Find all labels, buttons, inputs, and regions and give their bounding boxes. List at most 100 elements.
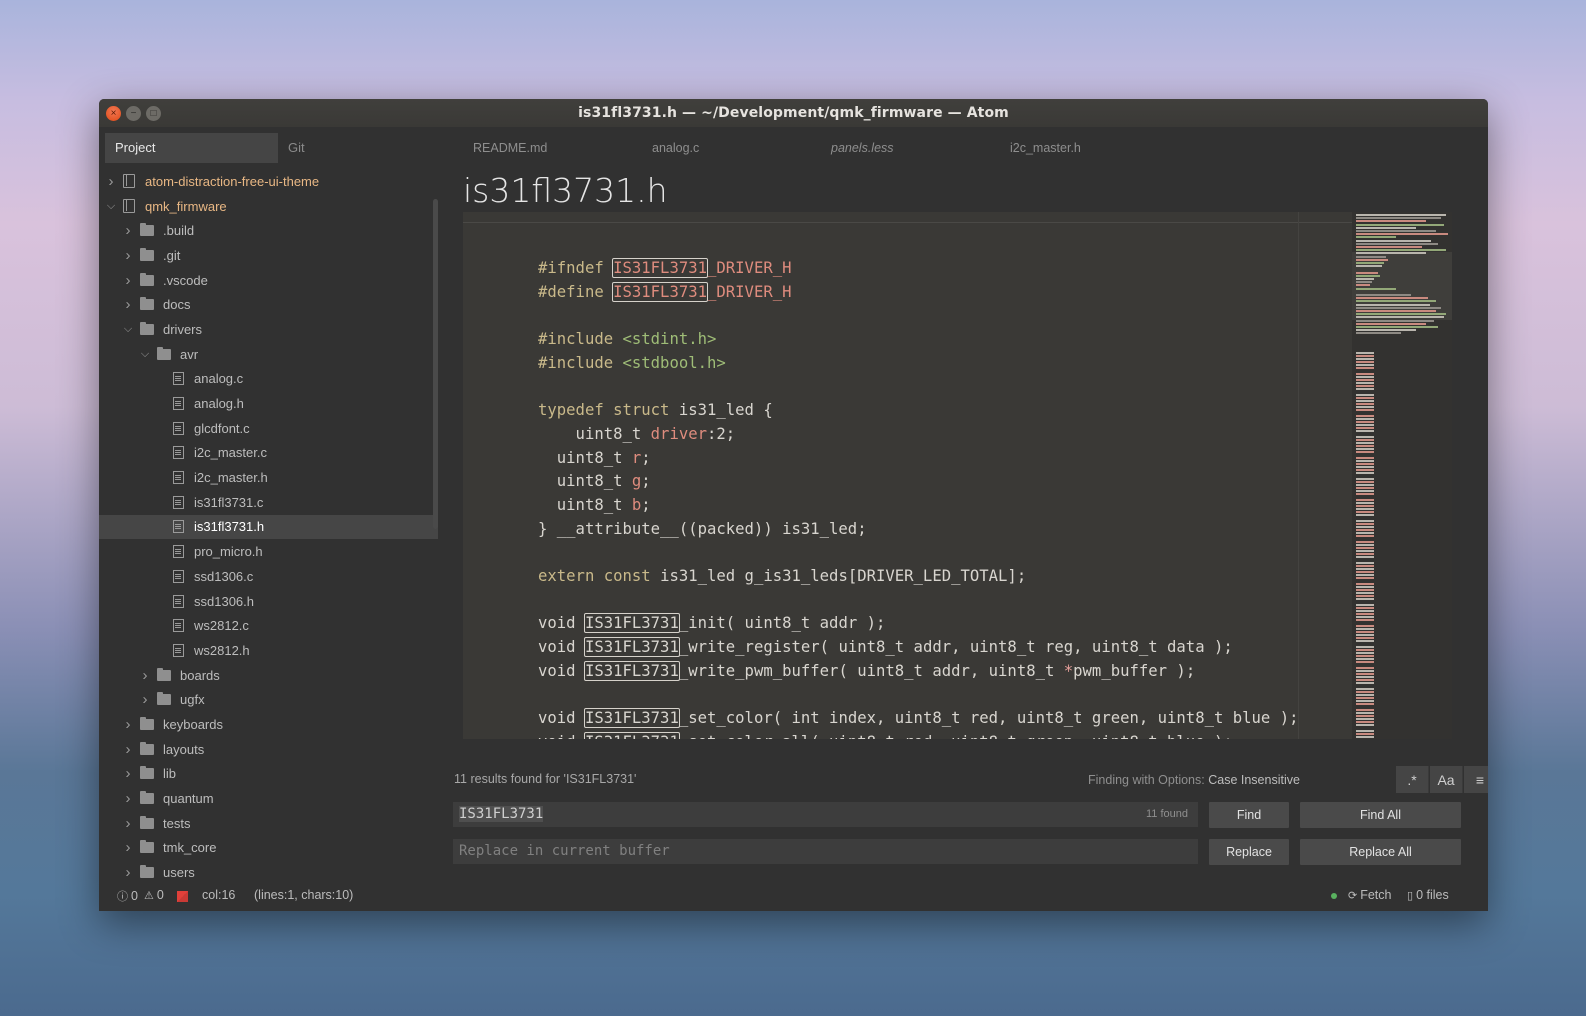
close-window-button[interactable]: × xyxy=(106,106,121,121)
chevron-right-icon[interactable]: › xyxy=(122,716,134,733)
chevron-right-icon[interactable]: › xyxy=(139,691,151,708)
minimap-line xyxy=(1356,258,1388,261)
code-lines[interactable]: #ifndef IS31FL3731_DRIVER_H #define IS31F… xyxy=(538,257,1298,739)
selection-count[interactable]: (lines:1, chars:10) xyxy=(254,888,353,902)
tree-item-is31fl3731-c[interactable]: is31fl3731.c xyxy=(99,490,438,515)
chevron-right-icon[interactable]: › xyxy=(122,839,134,856)
chevron-right-icon[interactable]: › xyxy=(122,864,134,881)
tree-item-boards[interactable]: › boards xyxy=(99,663,438,688)
tree-item-tmk-core[interactable]: › tmk_core xyxy=(99,836,438,861)
tree-item-layouts[interactable]: › layouts xyxy=(99,737,438,762)
tree-item-glcdfont-c[interactable]: glcdfont.c xyxy=(99,416,438,441)
code-line[interactable]: void IS31FL3731_set_color_all( uint8_t r… xyxy=(538,731,1298,739)
minimap[interactable] xyxy=(1352,212,1452,739)
minimap-line xyxy=(1356,604,1374,606)
minimize-window-button[interactable]: − xyxy=(126,106,141,121)
code-line[interactable]: #define IS31FL3731_DRIVER_H xyxy=(538,281,1298,305)
code-line[interactable]: uint8_t driver:2; xyxy=(538,423,1298,447)
code-editor[interactable]: #ifndef IS31FL3731_DRIVER_H #define IS31F… xyxy=(463,212,1452,739)
chevron-right-icon[interactable]: › xyxy=(122,272,134,289)
chevron-right-icon[interactable]: › xyxy=(105,173,117,190)
chevron-right-icon[interactable]: › xyxy=(122,765,134,782)
chevron-down-icon[interactable]: ⌵ xyxy=(139,348,151,361)
warning-count[interactable]: ⚠ 0 xyxy=(144,888,164,902)
replace-button[interactable]: Replace xyxy=(1209,839,1289,865)
tree-item--vscode[interactable]: › .vscode xyxy=(99,268,438,293)
code-line[interactable]: typedef struct is31_led { xyxy=(538,399,1298,423)
tree-item-lib[interactable]: › lib xyxy=(99,762,438,787)
tree-item-drivers[interactable]: ⌵ drivers xyxy=(99,317,438,342)
tree-item-analog-c[interactable]: analog.c xyxy=(99,367,438,392)
code-line[interactable]: void IS31FL3731_set_color( int index, ui… xyxy=(538,707,1298,731)
tab-project[interactable]: Project xyxy=(105,133,278,163)
chevron-right-icon[interactable]: › xyxy=(122,222,134,239)
tree-item--git[interactable]: › .git xyxy=(99,243,438,268)
tree-item-keyboards[interactable]: › keyboards xyxy=(99,712,438,737)
tree-scrollbar[interactable] xyxy=(433,199,438,529)
cursor-position[interactable]: col:16 xyxy=(202,888,235,902)
chevron-right-icon[interactable]: › xyxy=(122,247,134,264)
regex-toggle-button[interactable]: .* xyxy=(1396,766,1429,793)
code-line[interactable]: uint8_t g; xyxy=(538,470,1298,494)
find-input[interactable]: IS31FL3731 11 found xyxy=(453,802,1198,827)
find-all-button[interactable]: Find All xyxy=(1300,802,1461,828)
code-line[interactable]: } __attribute__((packed)) is31_led; xyxy=(538,518,1298,542)
tree-item-tests[interactable]: › tests xyxy=(99,811,438,836)
code-line[interactable] xyxy=(538,375,1298,399)
tree-item-users[interactable]: › users xyxy=(99,860,438,882)
chevron-right-icon[interactable]: › xyxy=(122,815,134,832)
code-line[interactable]: #include <stdbool.h> xyxy=(538,352,1298,376)
replace-input[interactable] xyxy=(453,839,1198,864)
tab-panels-less[interactable]: panels.less xyxy=(831,141,894,155)
code-line[interactable]: void IS31FL3731_write_pwm_buffer( uint8_… xyxy=(538,660,1298,684)
code-line[interactable] xyxy=(538,589,1298,613)
tree-item-avr[interactable]: ⌵ avr xyxy=(99,342,438,367)
tree-item-ws2812-c[interactable]: ws2812.c xyxy=(99,613,438,638)
tree-item-pro-micro-h[interactable]: pro_micro.h xyxy=(99,539,438,564)
replace-field[interactable] xyxy=(459,843,1198,859)
code-line[interactable] xyxy=(538,683,1298,707)
case-sensitive-toggle-button[interactable]: Aa xyxy=(1430,766,1463,793)
find-button[interactable]: Find xyxy=(1209,802,1289,828)
tree-item-ssd1306-h[interactable]: ssd1306.h xyxy=(99,589,438,614)
tree-item--build[interactable]: › .build xyxy=(99,218,438,243)
tree-item-is31fl3731-h[interactable]: is31fl3731.h xyxy=(99,514,438,540)
code-line[interactable]: #ifndef IS31FL3731_DRIVER_H xyxy=(538,257,1298,281)
tree-item-ws2812-h[interactable]: ws2812.h xyxy=(99,638,438,663)
tree-item-quantum[interactable]: › quantum xyxy=(99,786,438,811)
tree-item-docs[interactable]: › docs xyxy=(99,292,438,317)
code-line[interactable]: void IS31FL3731_write_register( uint8_t … xyxy=(538,636,1298,660)
tree-item-atom-distraction-free-ui-theme[interactable]: › atom-distraction-free-ui-theme xyxy=(99,169,438,194)
tree-item-analog-h[interactable]: analog.h xyxy=(99,391,438,416)
code-line[interactable]: uint8_t b; xyxy=(538,494,1298,518)
linter-status[interactable] xyxy=(177,891,188,902)
chevron-right-icon[interactable]: › xyxy=(122,296,134,313)
fetch-button[interactable]: ⟳ Fetch xyxy=(1348,888,1391,902)
tab-analog-c[interactable]: analog.c xyxy=(652,141,699,155)
code-line[interactable] xyxy=(538,304,1298,328)
tree-item-qmk-firmware[interactable]: ⌵ qmk_firmware xyxy=(99,194,438,219)
chevron-right-icon[interactable]: › xyxy=(122,741,134,758)
tab-git[interactable]: Git xyxy=(278,133,438,163)
in-selection-toggle-button[interactable]: ≡ xyxy=(1464,766,1488,793)
code-line[interactable] xyxy=(538,541,1298,565)
maximize-window-button[interactable]: □ xyxy=(146,106,161,121)
tree-item-i2c-master-h[interactable]: i2c_master.h xyxy=(99,465,438,490)
tab-i2c-master-h[interactable]: i2c_master.h xyxy=(1010,141,1081,155)
code-line[interactable]: #include <stdint.h> xyxy=(538,328,1298,352)
code-line[interactable]: extern const is31_led g_is31_leds[DRIVER… xyxy=(538,565,1298,589)
code-line[interactable]: void IS31FL3731_init( uint8_t addr ); xyxy=(538,612,1298,636)
tree-item-i2c-master-c[interactable]: i2c_master.c xyxy=(99,441,438,466)
chevron-right-icon[interactable]: › xyxy=(122,790,134,807)
tree-item-ssd1306-c[interactable]: ssd1306.c xyxy=(99,564,438,589)
code-line[interactable]: uint8_t r; xyxy=(538,447,1298,471)
tab-readme[interactable]: README.md xyxy=(473,141,547,155)
chevron-right-icon[interactable]: › xyxy=(139,667,151,684)
minimap-line xyxy=(1356,364,1374,366)
tree-item-ugfx[interactable]: › ugfx xyxy=(99,687,438,712)
error-count[interactable]: ⓘ 0 xyxy=(117,888,138,904)
chevron-down-icon[interactable]: ⌵ xyxy=(105,200,117,213)
github-files[interactable]: ▯ 0 files xyxy=(1407,888,1449,902)
chevron-down-icon[interactable]: ⌵ xyxy=(122,323,134,336)
replace-all-button[interactable]: Replace All xyxy=(1300,839,1461,865)
